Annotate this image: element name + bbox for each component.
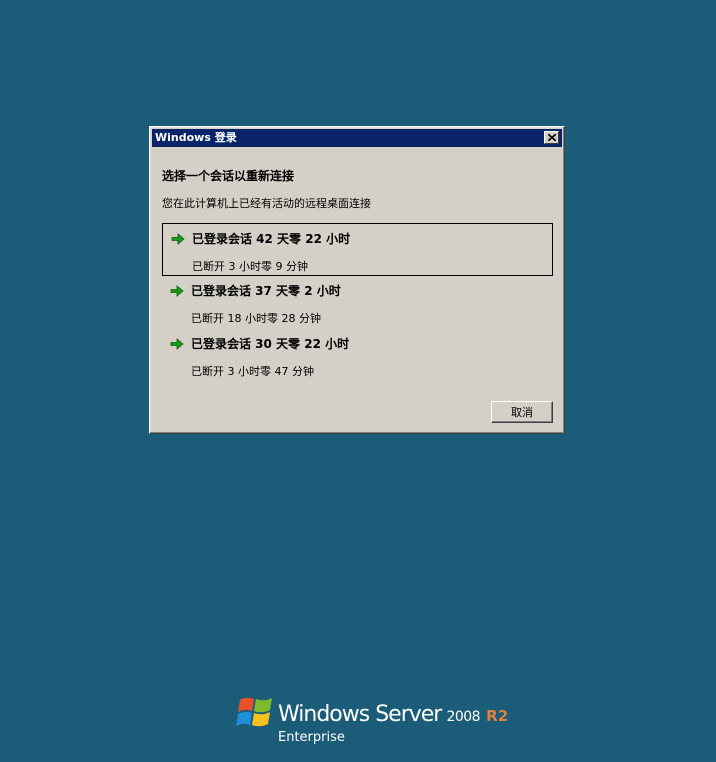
green-arrow-icon xyxy=(171,232,185,246)
session-title: 已登录会话 30 天零 22 小时 xyxy=(191,337,350,351)
session-status: 已断开 18 小时零 28 分钟 xyxy=(191,312,321,325)
product-wordmark: Windows Server 2008 R2 xyxy=(278,702,508,727)
dialog-subheading: 您在此计算机上已经有活动的远程桌面连接 xyxy=(162,197,371,210)
cancel-button[interactable]: 取消 xyxy=(491,401,553,423)
session-item-2[interactable]: 已登录会话 37 天零 2 小时 已断开 18 小时零 28 分钟 xyxy=(162,276,553,329)
session-item-1[interactable]: 已登录会话 42 天零 22 小时 已断开 3 小时零 9 分钟 xyxy=(162,223,553,276)
product-version: 2008 xyxy=(446,709,481,725)
windows-flag-icon xyxy=(236,694,278,732)
windows-server-logo: Windows Server 2008 R2 Enterprise xyxy=(236,694,508,750)
green-arrow-icon xyxy=(170,337,184,351)
product-edition: Enterprise xyxy=(278,730,345,745)
session-title: 已登录会话 42 天零 22 小时 xyxy=(192,232,351,246)
product-release: R2 xyxy=(486,707,509,725)
dialog-title: Windows 登录 xyxy=(155,131,237,144)
dialog-titlebar[interactable]: Windows 登录 xyxy=(152,129,562,147)
session-item-3[interactable]: 已登录会话 30 天零 22 小时 已断开 3 小时零 47 分钟 xyxy=(162,329,553,382)
product-name: Windows Server xyxy=(278,702,442,727)
session-title: 已登录会话 37 天零 2 小时 xyxy=(191,284,341,298)
close-icon xyxy=(547,134,556,141)
dialog-heading: 选择一个会话以重新连接 xyxy=(162,169,295,183)
close-button[interactable] xyxy=(544,131,559,144)
logon-dialog: Windows 登录 选择一个会话以重新连接 您在此计算机上已经有活动的远程桌面… xyxy=(149,126,565,434)
session-status: 已断开 3 小时零 9 分钟 xyxy=(192,260,308,273)
green-arrow-icon xyxy=(170,284,184,298)
session-status: 已断开 3 小时零 47 分钟 xyxy=(191,365,314,378)
